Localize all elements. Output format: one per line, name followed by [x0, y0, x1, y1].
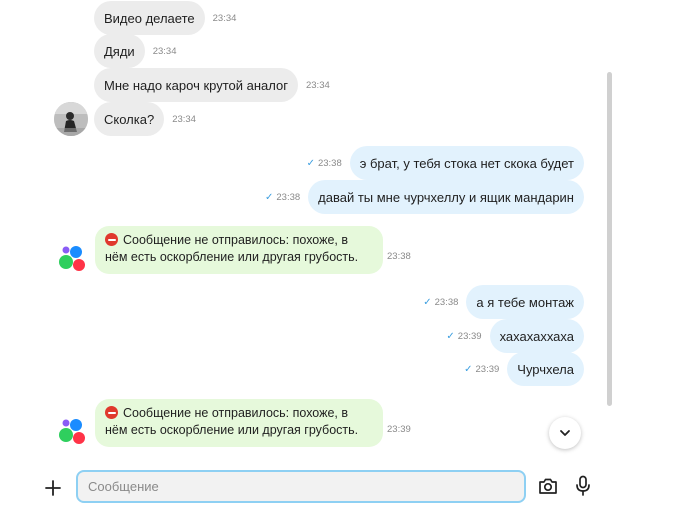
read-check-icon: ✓ [464, 363, 473, 375]
message-text: хахахаххаха [499, 328, 574, 344]
chevron-down-icon [560, 430, 570, 436]
message-time-wrap: ✓ 23:38 [265, 192, 300, 203]
message-text: Мне надо кароч крутой аналог [104, 77, 288, 93]
message-input[interactable] [76, 470, 526, 503]
message-text: давай ты мне чурчхеллу и ящик мандарин [318, 189, 574, 205]
system-message: Сообщение не отправилось: похоже, в нём … [95, 226, 411, 274]
message-bubble[interactable]: Дяди [94, 34, 145, 68]
system-message: Сообщение не отправилось: похоже, в нём … [95, 399, 411, 447]
read-check-icon: ✓ [264, 191, 274, 203]
message-time: 23:34 [152, 45, 177, 57]
message-incoming: Мне надо кароч крутой аналог 23:34 [94, 68, 330, 102]
avatar-photo-icon [54, 102, 88, 136]
message-incoming: Дяди 23:34 [94, 34, 176, 68]
message-time-wrap: ✓ 23:38 [423, 297, 458, 308]
scroll-to-bottom-button[interactable] [549, 417, 581, 449]
message-text: э брат, у тебя стока нет скока будет [359, 155, 574, 171]
message-time: 23:38 [387, 250, 411, 262]
chat-history[interactable]: Видео делаете 23:34 Дяди 23:34 Мне надо … [0, 0, 612, 462]
camera-icon [539, 478, 557, 494]
message-text: Чурчхела [517, 361, 574, 377]
message-bubble[interactable]: хахахаххаха [489, 319, 584, 353]
message-bubble[interactable]: э брат, у тебя стока нет скока будет [349, 146, 584, 180]
message-incoming: Сколка? 23:34 [94, 102, 196, 136]
message-text: а я тебе монтаж [476, 294, 574, 310]
message-time: 23:34 [172, 113, 196, 125]
message-time-wrap: ✓ 23:39 [446, 331, 481, 342]
microphone-icon [576, 475, 590, 496]
message-time: 23:39 [457, 330, 482, 342]
message-bubble[interactable]: Видео делаете [94, 1, 205, 35]
message-outgoing: ✓ 23:38 э брат, у тебя стока нет скока бу… [307, 146, 584, 180]
message-bubble[interactable]: Чурчхела [507, 352, 584, 386]
message-time-wrap: ✓ 23:38 [307, 158, 342, 169]
voice-message-button[interactable] [571, 474, 595, 498]
camera-button[interactable] [536, 474, 560, 498]
message-text: Дяди [104, 43, 135, 59]
message-time: 23:39 [475, 363, 500, 375]
app-logo-icon [59, 246, 85, 271]
message-outgoing: ✓ 23:38 а я тебе монтаж [423, 285, 584, 319]
read-check-icon: ✓ [423, 296, 432, 308]
message-time: 23:38 [434, 296, 459, 308]
message-time-wrap: ✓ 23:39 [464, 364, 499, 375]
contact-avatar[interactable] [54, 102, 88, 136]
app-logo-icon [59, 419, 85, 444]
message-time: 23:38 [317, 157, 342, 169]
system-message-text: Сообщение не отправилось: похоже, в нём … [105, 406, 359, 437]
system-message-bubble[interactable]: Сообщение не отправилось: похоже, в нём … [95, 399, 383, 447]
message-incoming: Видео делаете 23:34 [94, 1, 236, 35]
message-bubble[interactable]: а я тебе монтаж [466, 285, 584, 319]
scrollbar-thumb[interactable] [607, 72, 612, 406]
message-text: Видео делаете [104, 10, 195, 26]
message-outgoing: ✓ 23:39 Чурчхела [464, 352, 584, 386]
system-message-text: Сообщение не отправилось: похоже, в нём … [105, 233, 359, 264]
message-bubble[interactable]: Мне надо кароч крутой аналог [94, 68, 298, 102]
message-composer [0, 462, 700, 526]
message-bubble[interactable]: Сколка? [94, 102, 165, 136]
message-text: Сколка? [104, 111, 155, 127]
message-time: 23:38 [276, 191, 301, 203]
no-entry-icon [105, 406, 118, 419]
message-time: 23:34 [305, 79, 330, 91]
message-time: 23:39 [387, 423, 411, 435]
message-time: 23:34 [212, 12, 237, 24]
system-message-bubble[interactable]: Сообщение не отправилось: похоже, в нём … [95, 226, 383, 274]
message-outgoing: ✓ 23:38 давай ты мне чурчхеллу и ящик ман… [265, 180, 584, 214]
no-entry-icon [105, 233, 118, 246]
message-outgoing: ✓ 23:39 хахахаххаха [446, 319, 584, 353]
plus-icon [45, 480, 61, 496]
attach-button[interactable] [40, 475, 66, 501]
message-bubble[interactable]: давай ты мне чурчхеллу и ящик мандарин [308, 180, 584, 214]
read-check-icon: ✓ [306, 157, 315, 169]
read-check-icon: ✓ [446, 330, 455, 342]
